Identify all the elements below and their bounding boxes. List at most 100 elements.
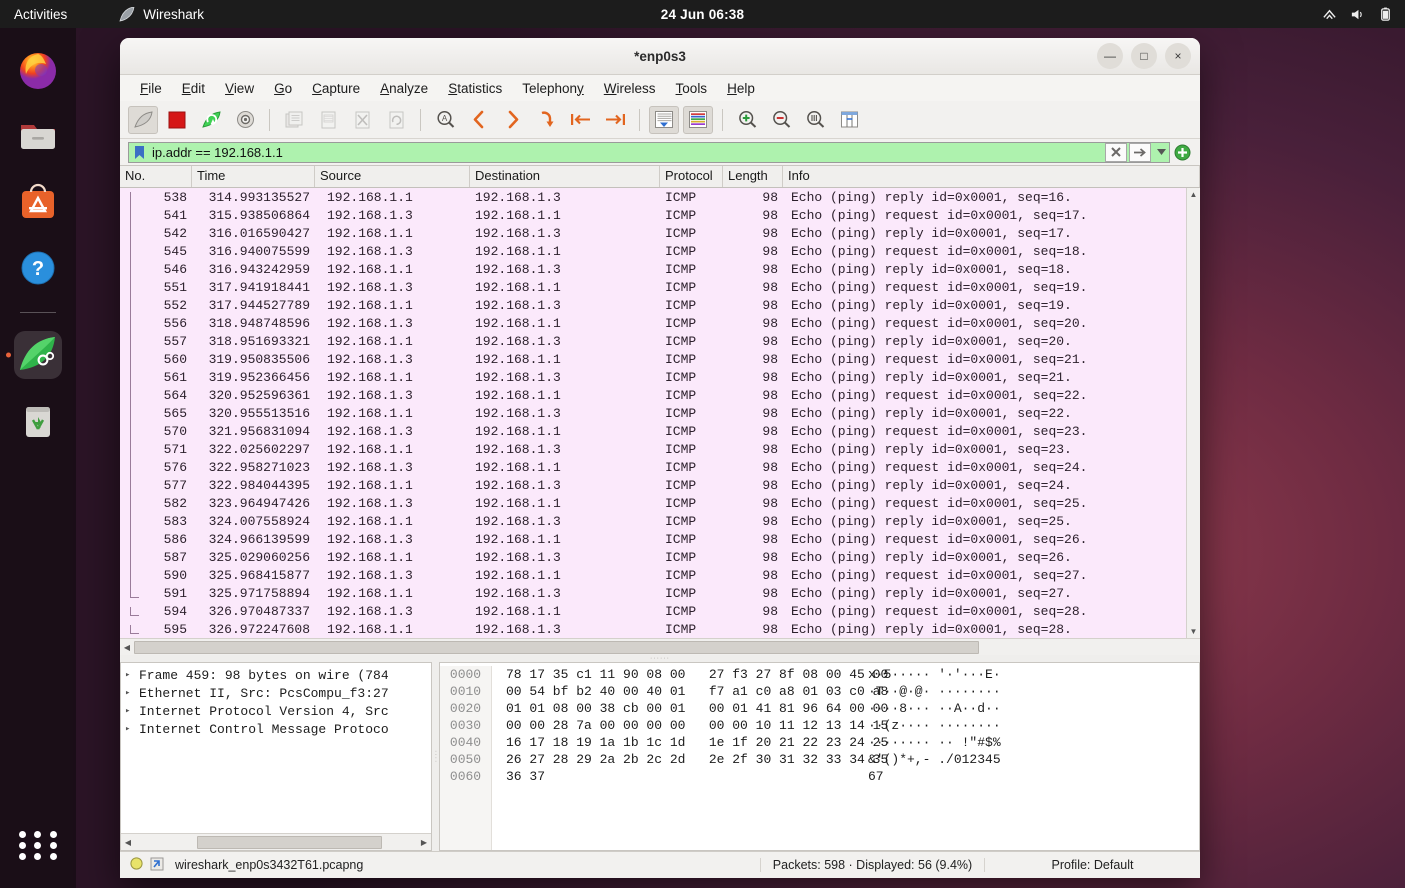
scroll-left-arrow[interactable]: ◀ xyxy=(121,838,135,847)
packet-row[interactable]: 591325.971758894192.168.1.1192.168.1.3IC… xyxy=(120,584,1186,602)
expert-info-icon[interactable] xyxy=(130,857,143,873)
ascii-line[interactable]: &'()*+,- ./012345 xyxy=(868,751,1199,768)
detail-tree-item[interactable]: ▸Frame 459: 98 bytes on wire (784 xyxy=(121,666,431,684)
hex-bytes-line[interactable]: 01 01 08 00 38 cb 00 01 00 01 41 81 96 6… xyxy=(506,700,862,717)
find-packet-icon[interactable]: A xyxy=(430,106,460,134)
colorize-icon[interactable] xyxy=(683,106,713,134)
hex-bytes-line[interactable]: 78 17 35 c1 11 90 08 00 27 f3 27 8f 08 0… xyxy=(506,666,862,683)
expander-triangle-icon[interactable]: ▸ xyxy=(125,688,139,698)
open-file-icon[interactable] xyxy=(279,106,309,134)
minimize-button[interactable]: — xyxy=(1097,43,1123,69)
packet-row[interactable]: 595326.972247608192.168.1.1192.168.1.3IC… xyxy=(120,620,1186,638)
packet-row[interactable]: 541315.938506864192.168.1.3192.168.1.1IC… xyxy=(120,206,1186,224)
menu-go[interactable]: Go xyxy=(264,79,302,98)
go-last-packet-icon[interactable] xyxy=(600,106,630,134)
packet-row[interactable]: 571322.025602297192.168.1.1192.168.1.3IC… xyxy=(120,440,1186,458)
zoom-out-icon[interactable] xyxy=(766,106,796,134)
column-header-time[interactable]: Time xyxy=(192,166,315,187)
hex-bytes-column[interactable]: 78 17 35 c1 11 90 08 00 27 f3 27 8f 08 0… xyxy=(492,666,862,850)
go-to-packet-icon[interactable] xyxy=(532,106,562,134)
packet-row[interactable]: 576322.958271023192.168.1.3192.168.1.1IC… xyxy=(120,458,1186,476)
go-back-icon[interactable] xyxy=(464,106,494,134)
column-header-info[interactable]: Info xyxy=(783,166,1200,187)
packet-bytes-view[interactable]: 0000001000200030004000500060 78 17 35 c1… xyxy=(440,663,1199,850)
close-button[interactable]: × xyxy=(1165,43,1191,69)
expander-triangle-icon[interactable]: ▸ xyxy=(125,724,139,734)
expander-triangle-icon[interactable]: ▸ xyxy=(125,670,139,680)
detail-tree-item[interactable]: ▸Internet Protocol Version 4, Src xyxy=(121,702,431,720)
ascii-line[interactable]: ·T··@·@· ········ xyxy=(868,683,1199,700)
packet-list-vertical-scrollbar[interactable]: ▲ ▼ xyxy=(1186,188,1200,638)
column-header-source[interactable]: Source xyxy=(315,166,470,187)
resize-columns-icon[interactable] xyxy=(834,106,864,134)
menu-edit[interactable]: Edit xyxy=(172,79,215,98)
menu-help[interactable]: Help xyxy=(717,79,765,98)
packet-row[interactable]: 546316.943242959192.168.1.1192.168.1.3IC… xyxy=(120,260,1186,278)
hex-bytes-line[interactable]: 00 00 28 7a 00 00 00 00 00 00 10 11 12 1… xyxy=(506,717,862,734)
zoom-in-icon[interactable] xyxy=(732,106,762,134)
scroll-down-arrow[interactable]: ▼ xyxy=(1190,625,1198,638)
packet-row[interactable]: 552317.944527789192.168.1.1192.168.1.3IC… xyxy=(120,296,1186,314)
system-tray[interactable] xyxy=(1322,7,1393,22)
menu-statistics[interactable]: Statistics xyxy=(438,79,512,98)
save-file-icon[interactable] xyxy=(313,106,343,134)
filter-add-button[interactable] xyxy=(1170,144,1194,161)
column-header-destination[interactable]: Destination xyxy=(470,166,660,187)
packet-row[interactable]: 590325.968415877192.168.1.3192.168.1.1IC… xyxy=(120,566,1186,584)
dock-item-trash[interactable] xyxy=(14,397,62,445)
hex-bytes-line[interactable]: 00 54 bf b2 40 00 40 01 f7 a1 c0 a8 01 0… xyxy=(506,683,862,700)
packet-row[interactable]: 586324.966139599192.168.1.3192.168.1.1IC… xyxy=(120,530,1186,548)
ascii-line[interactable]: x·5····· '·'···E· xyxy=(868,666,1199,683)
packet-row[interactable]: 565320.955513516192.168.1.1192.168.1.3IC… xyxy=(120,404,1186,422)
show-applications-button[interactable] xyxy=(17,824,59,866)
filter-bookmark-icon[interactable] xyxy=(129,145,149,160)
menu-file[interactable]: File xyxy=(130,79,172,98)
go-forward-icon[interactable] xyxy=(498,106,528,134)
scroll-right-arrow[interactable]: ▶ xyxy=(417,838,431,847)
ascii-line[interactable]: ····8··· ··A··d·· xyxy=(868,700,1199,717)
dock-item-wireshark[interactable] xyxy=(14,331,62,379)
packet-row[interactable]: 570321.956831094192.168.1.3192.168.1.1IC… xyxy=(120,422,1186,440)
packet-list-rows[interactable]: 538314.993135527192.168.1.1192.168.1.3IC… xyxy=(120,188,1186,638)
dock-item-firefox[interactable] xyxy=(14,46,62,94)
column-header-length[interactable]: Length xyxy=(723,166,783,187)
display-filter-value[interactable]: ip.addr == 192.168.1.1 xyxy=(149,145,1105,160)
filter-history-dropdown[interactable] xyxy=(1153,143,1169,162)
packet-row[interactable]: 538314.993135527192.168.1.1192.168.1.3IC… xyxy=(120,188,1186,206)
hex-bytes-line[interactable]: 26 27 28 29 2a 2b 2c 2d 2e 2f 30 31 32 3… xyxy=(506,751,862,768)
clock[interactable]: 24 Jun 06:38 xyxy=(661,7,744,22)
menu-analyze[interactable]: Analyze xyxy=(370,79,438,98)
menu-telephony[interactable]: Telephony xyxy=(512,79,594,98)
ascii-line[interactable]: ··(z···· ········ xyxy=(868,717,1199,734)
auto-scroll-icon[interactable] xyxy=(649,106,679,134)
column-header-protocol[interactable]: Protocol xyxy=(660,166,723,187)
hscroll-thumb[interactable] xyxy=(134,641,979,654)
packet-row[interactable]: 545316.940075599192.168.1.3192.168.1.1IC… xyxy=(120,242,1186,260)
reload-file-icon[interactable] xyxy=(381,106,411,134)
packet-row[interactable]: 557318.951693321192.168.1.1192.168.1.3IC… xyxy=(120,332,1186,350)
packet-row[interactable]: 560319.950835506192.168.1.3192.168.1.1IC… xyxy=(120,350,1186,368)
display-filter-input[interactable]: ip.addr == 192.168.1.1 xyxy=(128,142,1170,163)
maximize-button[interactable]: □ xyxy=(1131,43,1157,69)
packet-row[interactable]: 542316.016590427192.168.1.1192.168.1.3IC… xyxy=(120,224,1186,242)
dock-item-ubuntu-software[interactable] xyxy=(14,178,62,226)
stop-capture-icon[interactable] xyxy=(162,106,192,134)
packet-row[interactable]: 583324.007558924192.168.1.1192.168.1.3IC… xyxy=(120,512,1186,530)
start-capture-icon[interactable] xyxy=(128,106,158,134)
activities-button[interactable]: Activities xyxy=(14,7,67,22)
dock-item-help[interactable]: ? xyxy=(14,244,62,292)
dock-item-files[interactable] xyxy=(14,112,62,160)
active-app-indicator[interactable]: Wireshark xyxy=(119,7,204,22)
menu-wireless[interactable]: Wireless xyxy=(594,79,666,98)
packet-list-horizontal-scrollbar[interactable]: ◀ xyxy=(120,638,1200,655)
packet-row[interactable]: 577322.984044395192.168.1.1192.168.1.3IC… xyxy=(120,476,1186,494)
packet-row[interactable]: 556318.948748596192.168.1.3192.168.1.1IC… xyxy=(120,314,1186,332)
go-first-packet-icon[interactable] xyxy=(566,106,596,134)
packet-row[interactable]: 551317.941918441192.168.1.3192.168.1.1IC… xyxy=(120,278,1186,296)
menu-capture[interactable]: Capture xyxy=(302,79,370,98)
expander-triangle-icon[interactable]: ▸ xyxy=(125,706,139,716)
packet-row[interactable]: 564320.952596361192.168.1.3192.168.1.1IC… xyxy=(120,386,1186,404)
hex-bytes-line[interactable]: 16 17 18 19 1a 1b 1c 1d 1e 1f 20 21 22 2… xyxy=(506,734,862,751)
pane-splitter-vertical[interactable]: ···· xyxy=(432,662,439,851)
filter-apply-button[interactable] xyxy=(1129,143,1151,162)
